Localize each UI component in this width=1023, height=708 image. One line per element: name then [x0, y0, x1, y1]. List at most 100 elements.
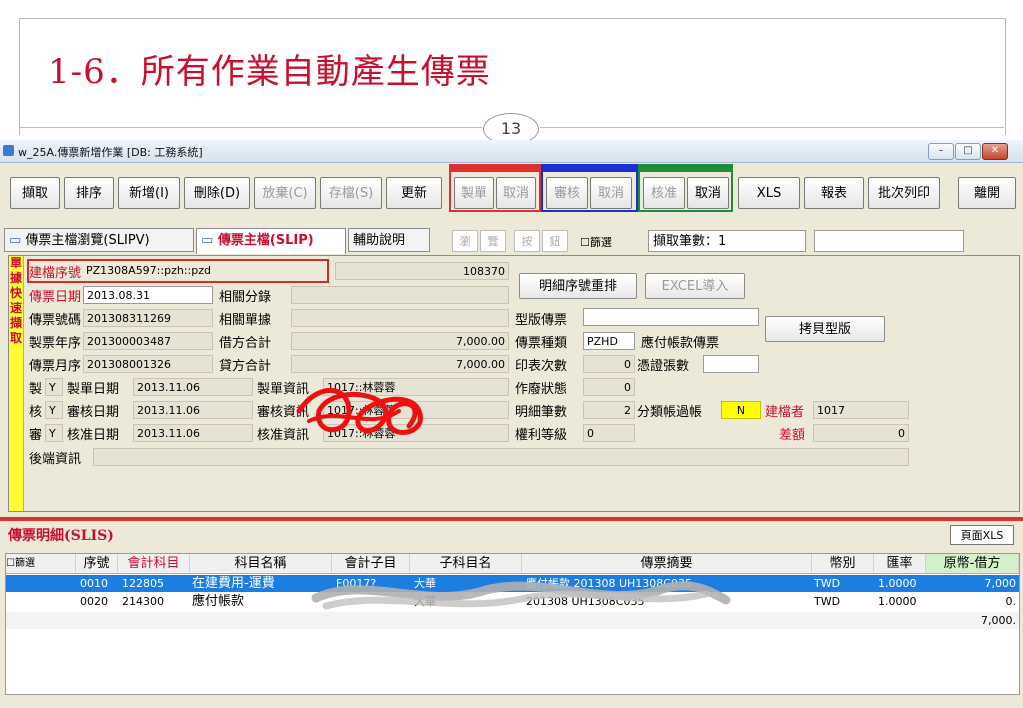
approve-button[interactable]: 核准 — [643, 177, 685, 209]
page-xls-button[interactable]: 頁面XLS — [950, 525, 1014, 545]
year-seq-label: 製票年序 — [29, 336, 82, 351]
tab-slip-master[interactable]: ▭ 傳票主檔(SLIP) — [196, 228, 346, 254]
slip-type-name: 應付帳款傳票 — [641, 336, 720, 351]
print-count-label: 印表次數 — [515, 359, 568, 374]
col-orig-debit[interactable]: 原幣-借方 — [926, 554, 1019, 574]
detail-count-field: 2 — [583, 401, 635, 419]
backend-field — [93, 448, 909, 466]
slip-type-field[interactable]: PZHD — [583, 332, 635, 350]
fetch-count: 擷取筆數：1 — [648, 230, 806, 252]
class-post-label: 分類帳過帳 — [637, 405, 703, 420]
strip-char: 擷 — [9, 316, 22, 330]
col-account[interactable]: 會計科目 — [118, 554, 190, 574]
discard-button[interactable]: 放棄(C) — [254, 177, 316, 209]
browse-small-button[interactable]: 按 — [514, 230, 540, 252]
cell-seq: 0020 — [80, 595, 108, 608]
section-separator — [0, 517, 1023, 521]
copy-template-button[interactable]: 拷貝型版 — [765, 316, 885, 342]
window-titlebar: w_25A.傳票新增作業 [DB: 工務系統] – □ ✕ — [0, 140, 1023, 163]
update-button[interactable]: 更新 — [386, 177, 442, 209]
detail-title: 傳票明細(SLIS) — [8, 528, 114, 544]
month-seq-field: 201308001326 — [83, 355, 213, 373]
sort-button[interactable]: 排序 — [64, 177, 114, 209]
make-button[interactable]: 製單 — [454, 177, 494, 209]
class-post-field[interactable]: N — [721, 401, 761, 419]
debit-field: 7,000.00 — [291, 332, 509, 350]
approve-cancel-button[interactable]: 取消 — [687, 177, 729, 209]
xls-button[interactable]: XLS — [738, 177, 800, 209]
credit-label: 貸方合計 — [219, 359, 272, 374]
strip-char: 速 — [9, 301, 22, 315]
delete-button[interactable]: 刪除(D) — [184, 177, 250, 209]
rights-field: 0 — [583, 424, 635, 442]
creator-label: 建檔者 — [765, 405, 805, 420]
void-field: 0 — [583, 378, 635, 396]
related-field[interactable] — [291, 309, 509, 327]
slip-detail-grid: ☐篩選 序號 會計科目 科目名稱 會計子目 子科目名 傳票摘要 幣別 匯率 原幣… — [5, 553, 1020, 695]
year-seq-field: 201300003487 — [83, 332, 213, 350]
col-filter[interactable]: ☐篩選 — [6, 554, 76, 574]
cell-rate: 1.0000 — [878, 595, 917, 608]
cell-rate: 1.0000 — [878, 577, 917, 590]
exit-button[interactable]: 離開 — [958, 177, 1016, 209]
strip-char: 取 — [9, 331, 22, 345]
blank-field — [814, 230, 964, 252]
audit-button[interactable]: 審核 — [546, 177, 588, 209]
redaction-scribble — [296, 387, 423, 435]
slip-no-field: 201308311269 — [83, 309, 213, 327]
filter-checkbox[interactable]: ☐篩選 — [580, 234, 612, 250]
total-row: 7,000. — [6, 612, 1019, 629]
strip-char: 快 — [9, 286, 22, 300]
approve-date-field: 2013.11.06 — [133, 424, 253, 442]
filter-label: 篩選 — [589, 236, 612, 249]
save-button[interactable]: 存檔(S) — [320, 177, 382, 209]
print-count-field: 0 — [583, 355, 635, 373]
col-currency[interactable]: 幣別 — [812, 554, 874, 574]
cell-currency: TWD — [814, 577, 841, 590]
tab-icon: ▭ — [201, 233, 218, 248]
date-field[interactable]: 2013.08.31 — [83, 286, 213, 304]
month-seq-label: 傳票月序 — [29, 359, 82, 374]
quick-fetch-strip[interactable]: 單 據 快 速 擷 取 — [9, 256, 24, 511]
make-cancel-button[interactable]: 取消 — [496, 177, 536, 209]
make-flag-field: Y — [45, 378, 63, 396]
make-date-field: 2013.11.06 — [133, 378, 253, 396]
audit-cancel-button[interactable]: 取消 — [590, 177, 632, 209]
minimize-button[interactable]: – — [928, 143, 954, 160]
strip-char: 單 — [9, 256, 22, 270]
browse-small-button[interactable]: 瀏 — [452, 230, 478, 252]
slip-master-form: 單 據 快 速 擷 取 建檔序號 PZ1308A597::pzh::pzd 10… — [8, 255, 1020, 512]
tab-help[interactable]: 輔助說明 — [348, 228, 430, 252]
maximize-button[interactable]: □ — [955, 143, 981, 160]
browse-small-button[interactable]: 覽 — [480, 230, 506, 252]
voucher-count-field[interactable] — [703, 355, 759, 373]
cell-account: 214300 — [122, 595, 164, 608]
tab-slip-browse[interactable]: ▭ 傳票主檔瀏覽(SLIPV) — [4, 228, 194, 252]
audit-date-field: 2013.11.06 — [133, 401, 253, 419]
category-field[interactable] — [291, 286, 509, 304]
strip-char: 據 — [9, 271, 22, 285]
detail-count-label: 明細筆數 — [515, 405, 568, 420]
col-rate[interactable]: 匯率 — [874, 554, 926, 574]
excel-import-button[interactable]: EXCEL導入 — [645, 273, 745, 299]
approve-date-label: 核准日期 — [67, 428, 120, 443]
cell-currency: TWD — [814, 595, 841, 608]
col-seq[interactable]: 序號 — [76, 554, 118, 574]
audit-flag-label: 核 — [29, 405, 43, 420]
close-button[interactable]: ✕ — [982, 143, 1008, 160]
category-label: 相關分錄 — [219, 290, 272, 305]
report-button[interactable]: 報表 — [804, 177, 864, 209]
cell-account-name: 在建費用-運費 — [192, 576, 275, 591]
audit-date-label: 審核日期 — [67, 405, 120, 420]
batch-print-button[interactable]: 批次列印 — [868, 177, 940, 209]
template-field[interactable] — [583, 308, 759, 326]
cell-account-name: 應付帳款 — [192, 594, 245, 609]
reorder-button[interactable]: 明細序號重排 — [519, 273, 637, 299]
make-date-label: 製單日期 — [67, 382, 120, 397]
template-label: 型版傳票 — [515, 313, 568, 328]
cell-debit: 0. — [1005, 595, 1017, 608]
header-label: 篩選 — [14, 558, 35, 569]
new-button[interactable]: 新增(I) — [118, 177, 180, 209]
fetch-button[interactable]: 擷取 — [10, 177, 60, 209]
browse-small-button[interactable]: 鈕 — [542, 230, 568, 252]
